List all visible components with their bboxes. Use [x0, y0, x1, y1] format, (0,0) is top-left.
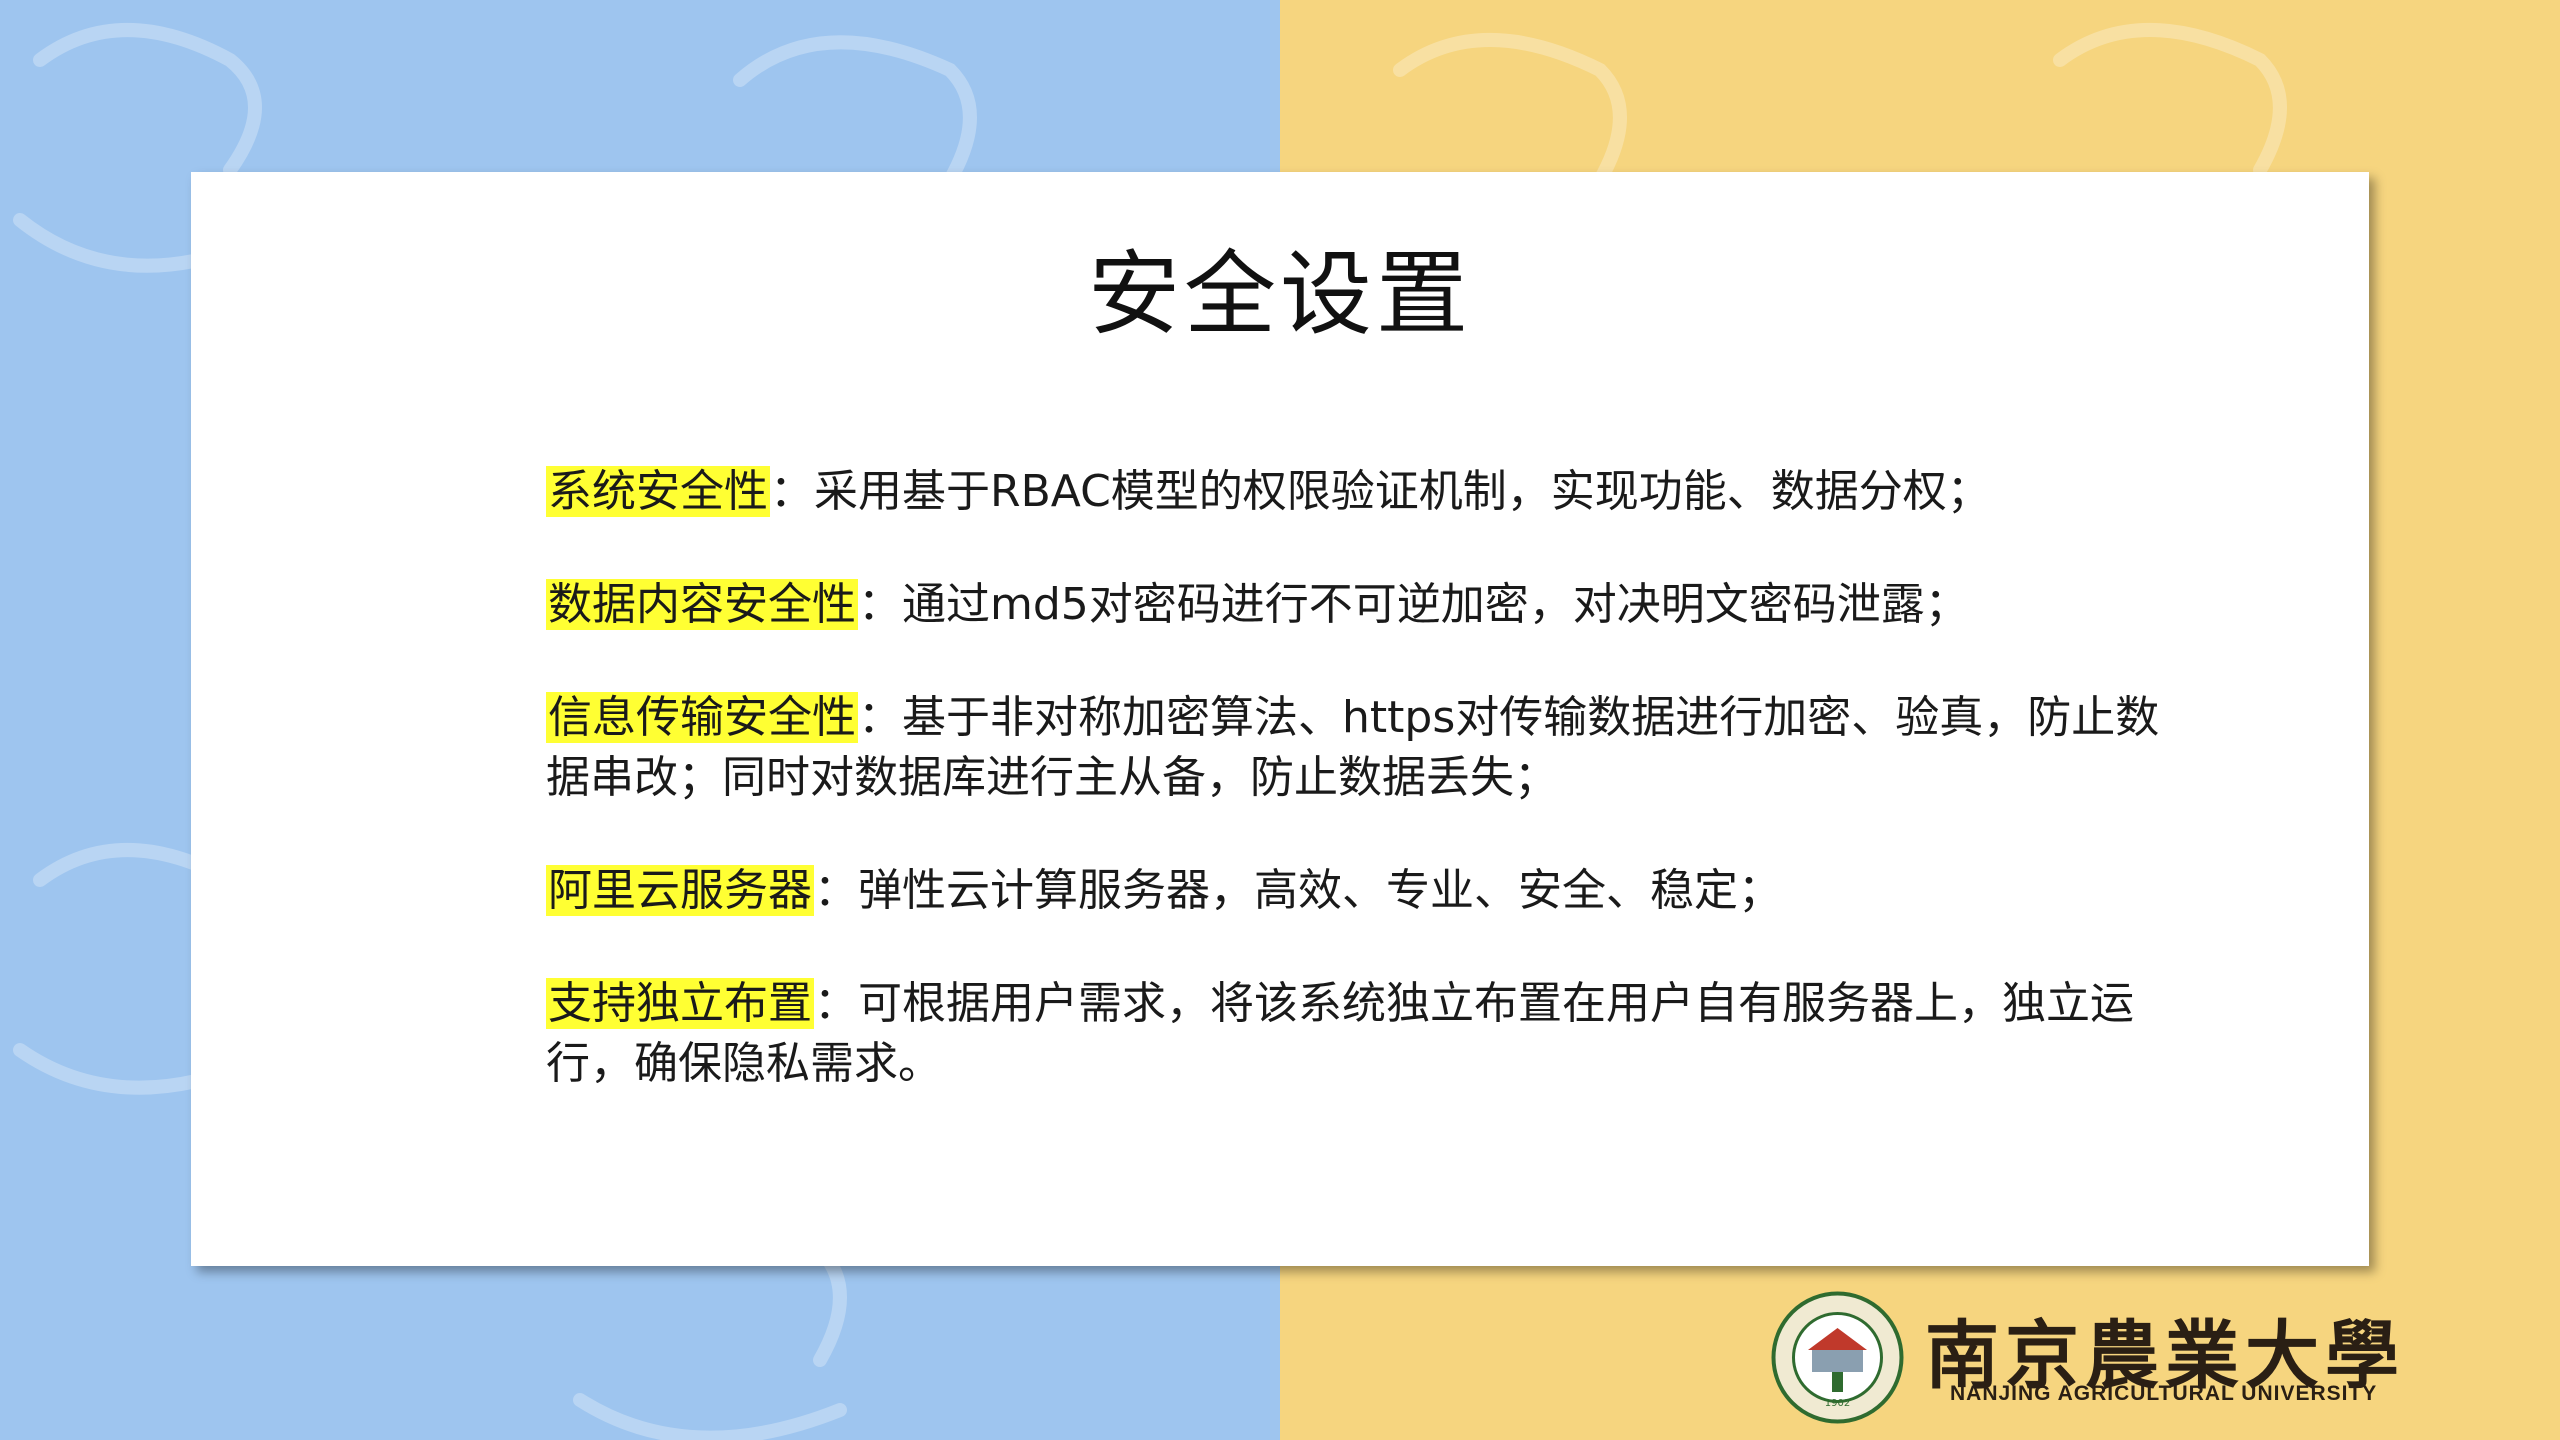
list-item-transmission-security: 信息传输安全性：基于非对称加密算法、https对传输数据进行加密、验真，防止数据…	[546, 688, 2196, 808]
list-item-aliyun-server: 阿里云服务器：弹性云计算服务器，高效、专业、安全、稳定；	[546, 861, 2196, 921]
item-text: ：弹性云计算服务器，高效、专业、安全、稳定；	[814, 865, 1782, 916]
slide-title: 安全设置	[1087, 241, 1472, 348]
item-label: 阿里云服务器	[546, 865, 814, 916]
item-text: ：采用基于RBAC模型的权限验证机制，实现功能、数据分权；	[770, 466, 1991, 517]
security-list: 系统安全性：采用基于RBAC模型的权限验证机制，实现功能、数据分权； 数据内容安…	[546, 462, 2196, 1147]
content-card: 安全设置 系统安全性：采用基于RBAC模型的权限验证机制，实现功能、数据分权； …	[191, 172, 2369, 1266]
item-label: 数据内容安全性	[546, 579, 858, 630]
item-label: 信息传输安全性	[546, 692, 858, 743]
list-item-system-security: 系统安全性：采用基于RBAC模型的权限验证机制，实现功能、数据分权；	[546, 462, 2196, 522]
university-name-en: NANJING AGRICULTURAL UNIVERSITY	[1950, 1382, 2378, 1405]
item-label: 支持独立布置	[546, 978, 814, 1029]
list-item-independent-deploy: 支持独立布置：可根据用户需求，将该系统独立布置在用户自有服务器上，独立运行，确保…	[546, 974, 2196, 1094]
item-label: 系统安全性	[546, 466, 770, 517]
list-item-data-security: 数据内容安全性：通过md5对密码进行不可逆加密，对决明文密码泄露；	[546, 575, 2196, 635]
seal-year: 1902	[1825, 1398, 1850, 1409]
university-seal-icon: 1902	[1771, 1291, 1904, 1424]
item-text: ：通过md5对密码进行不可逆加密，对决明文密码泄露；	[858, 579, 1969, 630]
